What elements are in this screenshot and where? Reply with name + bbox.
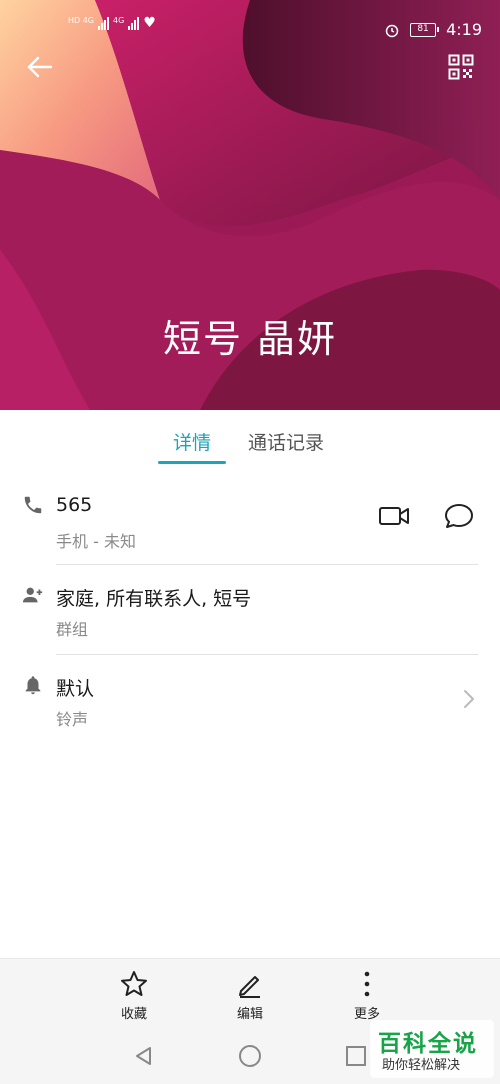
watermark-subtitle: 助你轻松解决 xyxy=(382,1058,461,1073)
back-button[interactable] xyxy=(22,50,56,84)
tab-bar: 详情 通话记录 xyxy=(0,410,500,468)
video-call-icon xyxy=(379,507,409,525)
favorite-label: 收藏 xyxy=(120,1007,147,1022)
group-icon xyxy=(22,587,43,603)
signal-indicators: HD 4G 4G ♥ xyxy=(68,16,156,30)
nav-home-button[interactable] xyxy=(237,1043,263,1069)
status-bar: HD 4G 4G ♥ 81 4:19 xyxy=(0,0,500,60)
phone-number: 565 xyxy=(56,494,93,516)
nav-back-button[interactable] xyxy=(130,1043,156,1069)
signal-bars-2-icon xyxy=(128,16,140,30)
more-button[interactable]: 更多 xyxy=(337,969,397,1022)
groups-value: 家庭, 所有联系人, 短号 xyxy=(56,588,252,610)
phone-type: 手机 - 未知 xyxy=(56,532,136,551)
message-icon xyxy=(445,504,473,528)
nav-home-icon xyxy=(239,1045,261,1067)
phone-icon xyxy=(24,496,42,514)
divider xyxy=(56,564,478,565)
nav-back-icon xyxy=(136,1047,151,1065)
qr-code-button[interactable] xyxy=(444,50,478,84)
battery-indicator: 81 xyxy=(410,22,440,37)
message-button[interactable] xyxy=(444,502,478,536)
status-right: 81 4:19 xyxy=(384,20,482,39)
bell-icon xyxy=(25,676,41,695)
signal-text-2: 4G xyxy=(113,16,125,25)
groups-label: 群组 xyxy=(56,620,89,639)
edit-label: 编辑 xyxy=(236,1007,263,1022)
pencil-icon xyxy=(239,976,260,998)
star-icon xyxy=(121,971,147,996)
back-arrow-icon xyxy=(27,56,53,78)
chevron-right-icon xyxy=(464,690,474,708)
nav-recents-button[interactable] xyxy=(343,1043,369,1069)
ringtone-value: 默认 xyxy=(56,678,95,700)
favorite-button[interactable]: 收藏 xyxy=(104,969,164,1022)
heart-icon: ♥ xyxy=(143,15,156,31)
contact-name: 短号 晶妍 xyxy=(162,317,338,361)
qr-code-icon xyxy=(448,54,474,80)
divider xyxy=(56,654,478,655)
ringtone-label: 铃声 xyxy=(56,710,89,729)
nav-recents-icon xyxy=(346,1046,366,1066)
groups-row[interactable]: 家庭, 所有联系人, 短号 群组 xyxy=(0,570,500,654)
tab-call-log[interactable]: 通话记录 xyxy=(248,428,324,468)
alarm-icon xyxy=(385,24,399,37)
signal-bars-1-icon xyxy=(98,16,110,30)
video-call-button[interactable] xyxy=(378,504,412,538)
tab-details[interactable]: 详情 xyxy=(158,428,226,468)
ringtone-row[interactable]: 默认 铃声 xyxy=(0,660,500,746)
bottom-toolbar: 收藏 编辑 更多 xyxy=(0,958,500,1026)
edit-button[interactable]: 编辑 xyxy=(220,969,280,1022)
signal-text-1: HD 4G xyxy=(68,16,95,25)
phone-row[interactable]: 565 手机 - 未知 xyxy=(0,478,500,564)
clock: 4:19 xyxy=(446,20,482,39)
watermark-logo: 百科全说 助你轻松解决 xyxy=(370,1020,494,1078)
watermark-title: 百科全说 xyxy=(378,1031,478,1057)
more-vertical-icon xyxy=(364,971,370,997)
contact-header: HD 4G 4G ♥ 81 4:19 短号 晶妍 xyxy=(0,0,500,410)
